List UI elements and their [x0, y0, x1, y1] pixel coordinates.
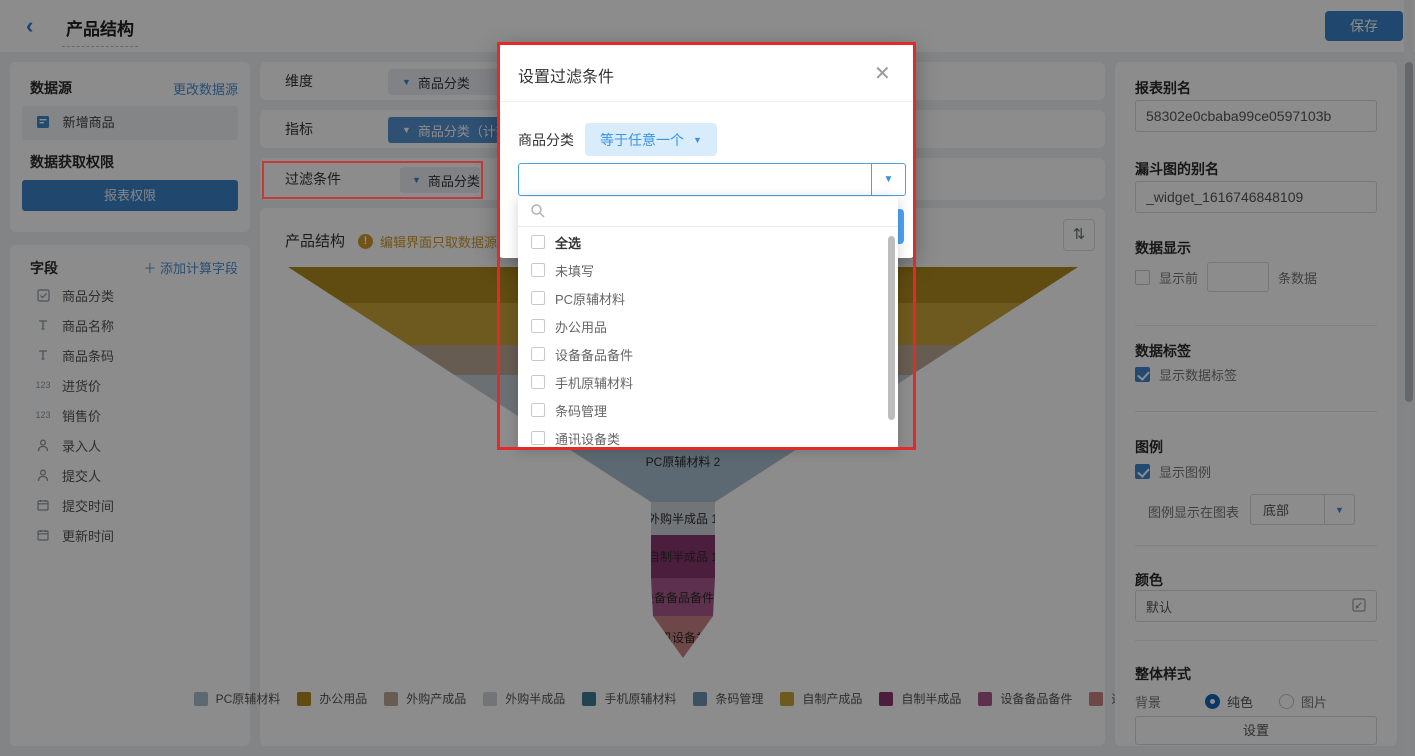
- divider: [499, 101, 914, 102]
- chevron-down-icon[interactable]: ▼: [871, 164, 905, 195]
- filter-option-办公用品[interactable]: 办公用品: [518, 312, 898, 340]
- checkbox-icon[interactable]: [531, 375, 545, 389]
- filter-option-未填写[interactable]: 未填写: [518, 256, 898, 284]
- checkbox-icon[interactable]: [531, 291, 545, 305]
- filter-option-通讯设备类[interactable]: 通讯设备类: [518, 424, 898, 449]
- chevron-down-icon: ▼: [693, 135, 702, 145]
- checkbox-icon[interactable]: [531, 431, 545, 445]
- filter-option-PC原辅材料[interactable]: PC原辅材料: [518, 284, 898, 312]
- filter-option-条码管理[interactable]: 条码管理: [518, 396, 898, 424]
- dropdown-scrollbar-thumb[interactable]: [888, 236, 895, 420]
- option-list: 全选未填写PC原辅材料办公用品设备备品备件手机原辅材料条码管理通讯设备类: [518, 228, 898, 449]
- operator-dropdown[interactable]: 等于任意一个 ▼: [585, 123, 717, 156]
- search-icon: [530, 203, 546, 222]
- filter-option-设备备品备件[interactable]: 设备备品备件: [518, 340, 898, 368]
- close-icon[interactable]: ✕: [874, 61, 891, 86]
- options-dropdown-panel: 全选未填写PC原辅材料办公用品设备备品备件手机原辅材料条码管理通讯设备类: [518, 197, 898, 449]
- checkbox-icon[interactable]: [531, 347, 545, 361]
- filter-option-全选[interactable]: 全选: [518, 228, 898, 256]
- filter-option-手机原辅材料[interactable]: 手机原辅材料: [518, 368, 898, 396]
- checkbox-icon[interactable]: [531, 235, 545, 249]
- checkbox-icon[interactable]: [531, 263, 545, 277]
- option-search-box[interactable]: [518, 197, 898, 227]
- modal-title: 设置过滤条件: [518, 63, 614, 87]
- value-select[interactable]: ▼: [518, 163, 906, 196]
- checkbox-icon[interactable]: [531, 319, 545, 333]
- modal-field-label: 商品分类: [518, 130, 574, 150]
- checkbox-icon[interactable]: [531, 403, 545, 417]
